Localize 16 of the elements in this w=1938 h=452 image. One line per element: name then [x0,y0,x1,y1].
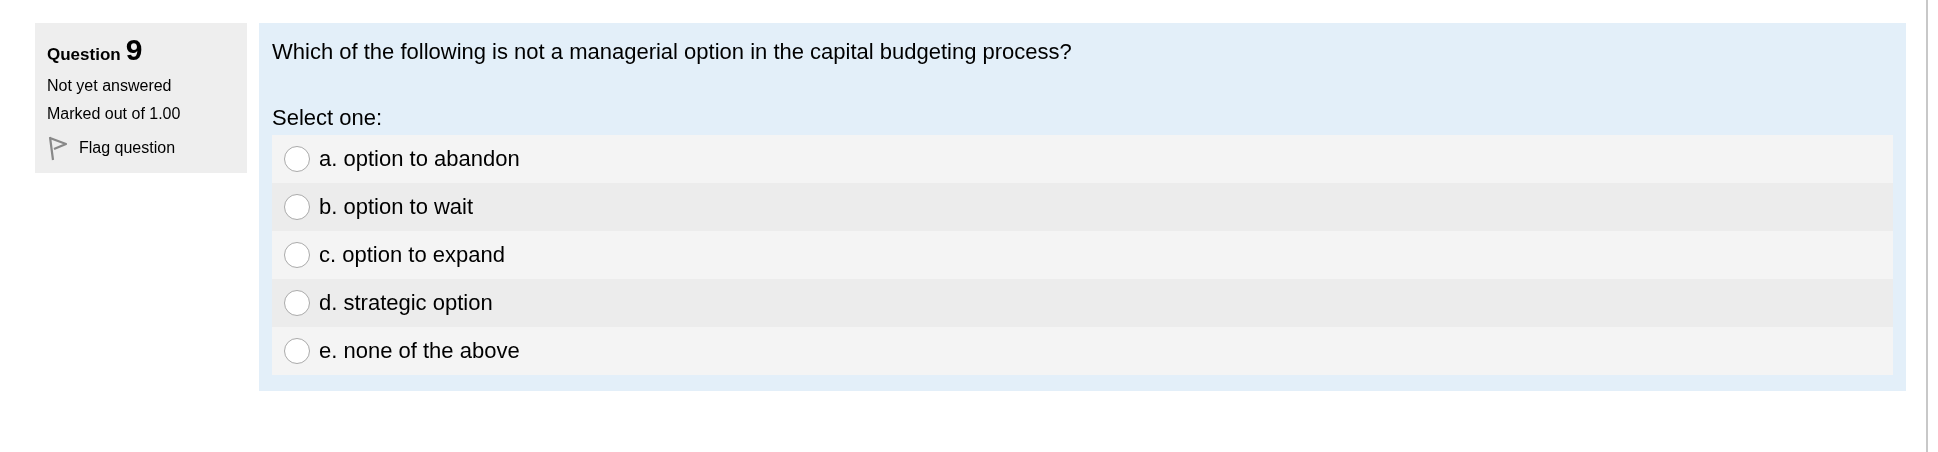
answer-option[interactable]: b. option to wait [272,183,1893,231]
radio-button[interactable] [284,194,310,220]
question-number: Question 9 [47,33,144,67]
select-prompt: Select one: [272,105,384,131]
answer-option[interactable]: d. strategic option [272,279,1893,327]
flag-question-link[interactable]: Flag question [47,133,235,161]
radio-button[interactable] [284,290,310,316]
radio-button[interactable] [284,242,310,268]
radio-button[interactable] [284,146,310,172]
answer-option[interactable]: a. option to abandon [272,135,1893,183]
answer-option[interactable]: e. none of the above [272,327,1893,375]
answer-status: Not yet answered [47,77,173,95]
radio-button[interactable] [284,338,310,364]
answer-option[interactable]: c. option to expand [272,231,1893,279]
marks-text: Marked out of 1.00 [47,105,182,123]
question-text: Which of the following is not a managerial option in the capital budgeting process? [272,39,1073,65]
